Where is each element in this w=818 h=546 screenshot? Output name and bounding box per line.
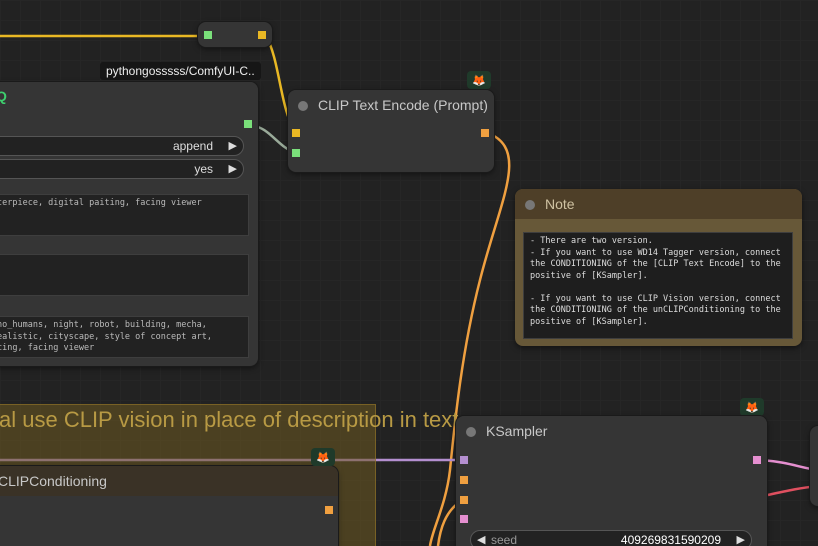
ksampler-node[interactable]: KSampler ◀ seed 409269831590209 ▶ [456, 416, 767, 546]
conditioning-output-port[interactable] [325, 506, 333, 514]
fox-icon: 🦊 [467, 71, 491, 89]
unclip-node-header[interactable]: CLIPConditioning [0, 466, 338, 496]
mode-combo[interactable]: append ▶ [0, 136, 244, 156]
seed-widget[interactable]: ◀ seed 409269831590209 ▶ [470, 530, 752, 546]
clip-text-encode-node[interactable]: CLIP Text Encode (Prompt) [288, 90, 494, 172]
arrow-right-icon[interactable]: ▶ [229, 139, 237, 152]
node-canvas[interactable]: pythongosssss/ComfyUI-C.. Q append ▶ yes… [0, 0, 818, 546]
positive-input-port[interactable] [460, 476, 468, 484]
collapse-dot-icon[interactable] [466, 427, 476, 437]
seed-label: seed [491, 533, 518, 546]
arrow-right-icon[interactable]: ▶ [229, 162, 237, 175]
node-glyph: Q [0, 88, 7, 104]
fox-icon: 🦊 [740, 398, 764, 416]
left-node-header[interactable]: Q [0, 82, 258, 112]
output-port-string[interactable] [244, 120, 252, 128]
input-port[interactable] [204, 31, 212, 39]
note-textarea[interactable]: - There are two version. - If you want t… [523, 232, 793, 339]
note-title: Note [545, 196, 575, 212]
clip-node-header[interactable]: CLIP Text Encode (Prompt) [288, 90, 494, 120]
note-node[interactable]: Note - There are two version. - If you w… [515, 189, 802, 346]
mode-combo-value: append [172, 139, 213, 153]
unclip-node-title: CLIPConditioning [0, 473, 107, 489]
fox-icon: 🦊 [311, 448, 335, 466]
note-header[interactable]: Note [515, 189, 802, 219]
latent-output-port[interactable] [753, 456, 761, 464]
clip-node-title: CLIP Text Encode (Prompt) [318, 97, 488, 113]
text-input-port[interactable] [292, 149, 300, 157]
output-port[interactable] [258, 31, 266, 39]
conditioning-output-port[interactable] [481, 129, 489, 137]
group-title: al use CLIP vision in place of descripti… [0, 407, 477, 432]
collapse-dot-icon[interactable] [298, 101, 308, 111]
toggle-combo-value: yes [194, 162, 213, 176]
ksampler-header[interactable]: KSampler [456, 416, 767, 446]
ksampler-title: KSampler [486, 423, 548, 439]
prompt-textarea-1[interactable]: terpiece, digital paiting, facing viewer [0, 194, 249, 236]
toggle-combo[interactable]: yes ▶ [0, 159, 244, 179]
offscreen-node[interactable] [810, 426, 818, 506]
arrow-right-icon[interactable]: ▶ [737, 533, 745, 546]
prompt-textarea-3[interactable]: no_humans, night, robot, building, mecha… [0, 316, 249, 358]
collapse-dot-icon[interactable] [525, 200, 535, 210]
extension-tag: pythongosssss/ComfyUI-C.. [100, 62, 261, 80]
model-input-port[interactable] [460, 456, 468, 464]
negative-input-port[interactable] [460, 496, 468, 504]
latent-input-port[interactable] [460, 515, 468, 523]
seed-value: 409269831590209 [620, 533, 721, 546]
left-node[interactable]: Q append ▶ yes ▶ terpiece, digital paiti… [0, 82, 258, 366]
reroute-node[interactable] [198, 22, 272, 47]
clip-input-port[interactable] [292, 129, 300, 137]
arrow-left-icon[interactable]: ◀ [477, 533, 485, 546]
unclip-conditioning-node[interactable]: CLIPConditioning [0, 466, 338, 546]
prompt-textarea-2[interactable] [0, 254, 249, 296]
